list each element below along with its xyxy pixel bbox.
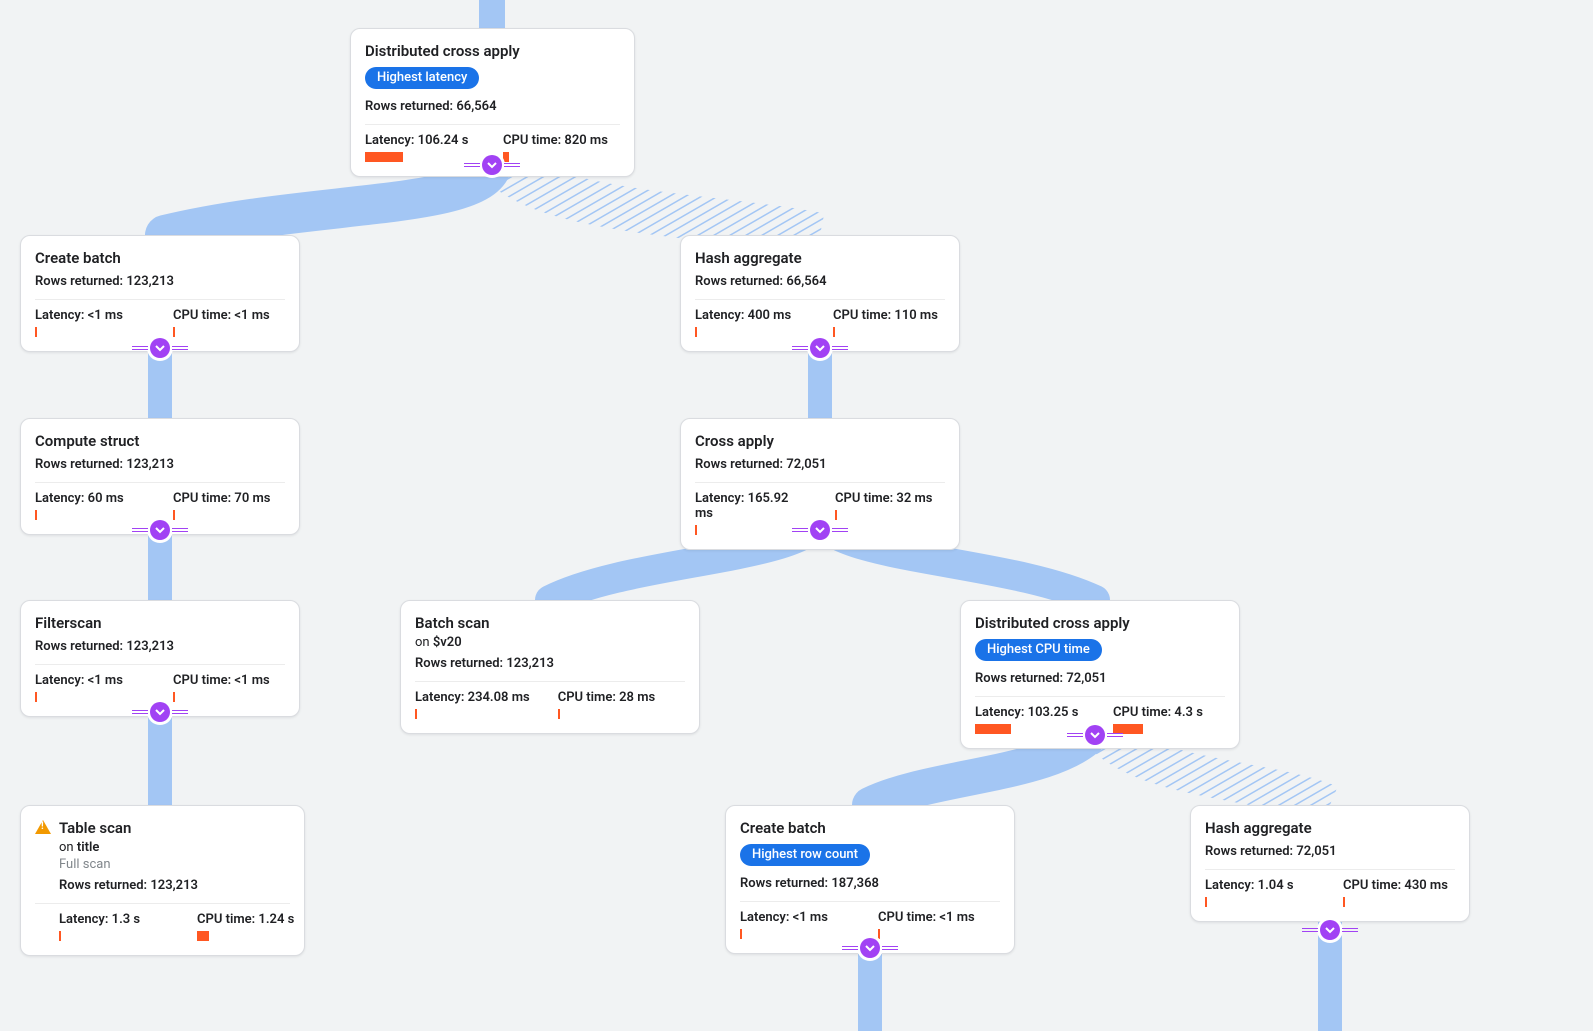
node-table-scan[interactable]: Table scan on title Full scan Rows retur… <box>20 805 305 956</box>
metric-latency: Latency: 103.25 s <box>975 705 1085 734</box>
node-title: Cross apply <box>695 431 945 451</box>
node-title: Create batch <box>740 818 1000 838</box>
rows-returned: Rows returned: 123,213 <box>35 457 285 472</box>
badge-highest-latency: Highest latency <box>365 67 479 89</box>
expand-toggle-cross-apply[interactable] <box>810 520 830 540</box>
node-hash-aggregate-top[interactable]: Hash aggregate Rows returned: 66,564 Lat… <box>680 235 960 352</box>
warning-icon <box>35 820 51 834</box>
node-title: Hash aggregate <box>1205 818 1455 838</box>
rows-returned: Rows returned: 72,051 <box>1205 844 1455 859</box>
metric-cpu-time: CPU time: 28 ms <box>558 690 668 719</box>
node-hash-aggregate-bottom[interactable]: Hash aggregate Rows returned: 72,051 Lat… <box>1190 805 1470 922</box>
metric-cpu-time: CPU time: <1 ms <box>878 910 988 939</box>
metric-cpu-time: CPU time: 70 ms <box>173 491 283 520</box>
expand-toggle-hash-agg-top[interactable] <box>810 338 830 358</box>
badge-highest-cpu-time: Highest CPU time <box>975 639 1102 661</box>
metric-latency: Latency: <1 ms <box>35 673 145 702</box>
metric-latency: Latency: <1 ms <box>740 910 850 939</box>
query-plan-canvas: Distributed cross apply Highest latency … <box>0 0 1593 1031</box>
metric-cpu-time: CPU time: 1.24 s <box>197 912 307 941</box>
expand-toggle-dca2[interactable] <box>1085 725 1105 745</box>
rows-returned: Rows returned: 72,051 <box>975 671 1225 686</box>
node-title: Distributed cross apply <box>975 613 1225 633</box>
expand-toggle-hash-agg-bottom[interactable] <box>1320 920 1340 940</box>
node-title: Hash aggregate <box>695 248 945 268</box>
metric-latency: Latency: 234.08 ms <box>415 690 530 719</box>
metric-latency: Latency: 1.3 s <box>59 912 169 941</box>
node-title: Distributed cross apply <box>365 41 620 61</box>
expand-toggle-filterscan[interactable] <box>150 702 170 722</box>
metric-latency: Latency: 106.24 s <box>365 133 475 162</box>
metric-cpu-time: CPU time: 430 ms <box>1343 878 1453 907</box>
metric-latency: Latency: 165.92 ms <box>695 491 807 535</box>
rows-returned: Rows returned: 123,213 <box>35 878 290 893</box>
metric-cpu-time: CPU time: <1 ms <box>173 673 283 702</box>
node-title: Create batch <box>35 248 285 268</box>
node-on-target: on title <box>59 840 290 855</box>
metric-latency: Latency: 1.04 s <box>1205 878 1315 907</box>
metric-latency: Latency: 60 ms <box>35 491 145 520</box>
rows-returned: Rows returned: 66,564 <box>365 99 620 114</box>
metric-cpu-time: CPU time: 820 ms <box>503 133 613 162</box>
expand-toggle-compute-struct[interactable] <box>150 520 170 540</box>
node-create-batch-right[interactable]: Create batch Highest row count Rows retu… <box>725 805 1015 954</box>
rows-returned: Rows returned: 187,368 <box>740 876 1000 891</box>
metric-cpu-time: CPU time: 32 ms <box>835 491 945 535</box>
metric-cpu-time: CPU time: 110 ms <box>833 308 943 337</box>
node-title: Table scan <box>59 818 290 838</box>
rows-returned: Rows returned: 123,213 <box>35 274 285 289</box>
node-filterscan[interactable]: Filterscan Rows returned: 123,213 Latenc… <box>20 600 300 717</box>
expand-toggle-dca1[interactable] <box>482 155 502 175</box>
node-on-target: on $v20 <box>415 635 685 650</box>
badge-highest-row-count: Highest row count <box>740 844 870 866</box>
rows-returned: Rows returned: 123,213 <box>415 656 685 671</box>
rows-returned: Rows returned: 123,213 <box>35 639 285 654</box>
metric-latency: Latency: <1 ms <box>35 308 145 337</box>
rows-returned: Rows returned: 72,051 <box>695 457 945 472</box>
metric-cpu-time: CPU time: 4.3 s <box>1113 705 1223 734</box>
node-compute-struct[interactable]: Compute struct Rows returned: 123,213 La… <box>20 418 300 535</box>
metric-cpu-time: CPU time: <1 ms <box>173 308 283 337</box>
expand-toggle-create-batch-right[interactable] <box>860 938 880 958</box>
rows-returned: Rows returned: 66,564 <box>695 274 945 289</box>
metric-latency: Latency: 400 ms <box>695 308 805 337</box>
node-annotation: Full scan <box>59 857 290 872</box>
node-create-batch-left[interactable]: Create batch Rows returned: 123,213 Late… <box>20 235 300 352</box>
expand-toggle-create-batch-left[interactable] <box>150 338 170 358</box>
node-title: Batch scan <box>415 613 685 633</box>
node-batch-scan[interactable]: Batch scan on $v20 Rows returned: 123,21… <box>400 600 700 734</box>
node-title: Filterscan <box>35 613 285 633</box>
node-title: Compute struct <box>35 431 285 451</box>
